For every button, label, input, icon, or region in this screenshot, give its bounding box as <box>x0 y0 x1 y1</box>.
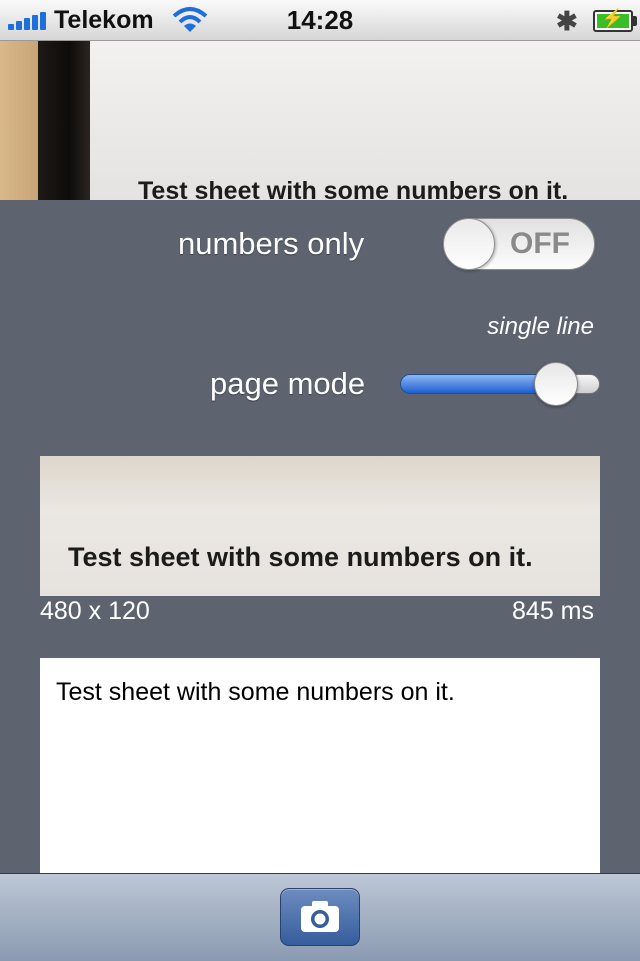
numbers-only-switch[interactable]: OFF <box>443 218 595 270</box>
cropped-image: Test sheet with some numbers on it. <box>40 456 600 596</box>
camera-preview: Test sheet with some numbers on it. <box>0 41 640 200</box>
status-bar: Telekom 14:28 ✱ ⚡ <box>0 0 640 41</box>
processing-time: 845 ms <box>512 597 594 625</box>
slider-fill <box>400 374 556 394</box>
ocr-result-text: Test sheet with some numbers on it. <box>56 678 455 706</box>
page-mode-value-label: single line <box>487 313 594 340</box>
numbers-only-label: numbers only <box>178 226 365 261</box>
bottom-toolbar <box>0 873 640 961</box>
preview-background <box>38 41 90 200</box>
camera-icon <box>301 901 339 932</box>
image-dimensions: 480 x 120 <box>40 597 150 625</box>
clock: 14:28 <box>286 5 354 35</box>
ocr-result-text-area[interactable]: Test sheet with some numbers on it. <box>40 658 600 873</box>
camera-button[interactable] <box>280 888 360 946</box>
page-mode-slider[interactable] <box>400 362 600 406</box>
switch-knob <box>443 218 495 270</box>
preview-background <box>0 41 38 200</box>
bluetooth-icon: ✱ <box>556 6 578 36</box>
battery-charging-icon: ⚡ <box>593 8 637 32</box>
preview-text: Test sheet with some numbers on it. <box>138 177 569 200</box>
slider-thumb[interactable] <box>534 362 578 406</box>
cropped-image-text: Test sheet with some numbers on it. <box>68 542 533 572</box>
switch-state-text: OFF <box>510 227 570 260</box>
page-mode-label: page mode <box>210 366 366 401</box>
